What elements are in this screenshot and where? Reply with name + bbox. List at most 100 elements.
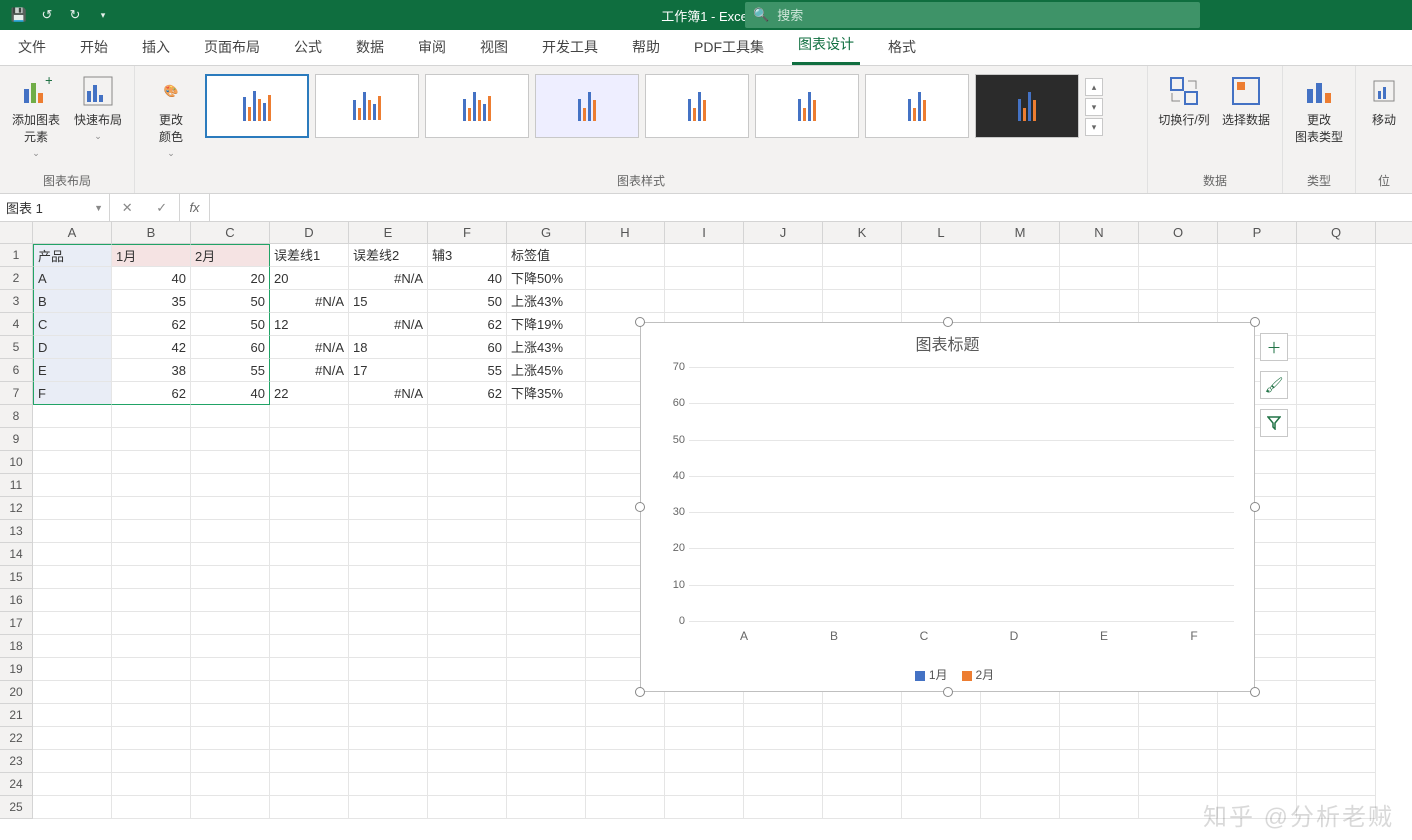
cell-E22[interactable] [349,727,428,750]
row-header-24[interactable]: 24 [0,773,33,796]
cell-I24[interactable] [665,773,744,796]
cell-C5[interactable]: 60 [191,336,270,359]
cell-Q8[interactable] [1297,405,1376,428]
search-input[interactable] [777,8,1192,23]
cell-B16[interactable] [112,589,191,612]
cell-M2[interactable] [981,267,1060,290]
cell-A21[interactable] [33,704,112,727]
cell-D5[interactable]: #N/A [270,336,349,359]
cell-D24[interactable] [270,773,349,796]
cell-C22[interactable] [191,727,270,750]
cell-B8[interactable] [112,405,191,428]
cell-G19[interactable] [507,658,586,681]
cell-K24[interactable] [823,773,902,796]
chart-filter-button[interactable] [1260,409,1288,437]
cell-Q16[interactable] [1297,589,1376,612]
cell-K1[interactable] [823,244,902,267]
cell-F19[interactable] [428,658,507,681]
cell-A11[interactable] [33,474,112,497]
cell-F1[interactable]: 辅3 [428,244,507,267]
cell-I25[interactable] [665,796,744,819]
cell-E3[interactable]: 15 [349,290,428,313]
cell-C23[interactable] [191,750,270,773]
cell-C3[interactable]: 50 [191,290,270,313]
tab-图表设计[interactable]: 图表设计 [792,26,860,65]
tab-帮助[interactable]: 帮助 [626,29,666,65]
cell-F14[interactable] [428,543,507,566]
cell-B14[interactable] [112,543,191,566]
resize-handle[interactable] [1250,317,1260,327]
cell-C6[interactable]: 55 [191,359,270,382]
row-header-9[interactable]: 9 [0,428,33,451]
chart-style-1[interactable] [205,74,309,138]
cell-K3[interactable] [823,290,902,313]
cell-C8[interactable] [191,405,270,428]
cell-Q15[interactable] [1297,566,1376,589]
tab-文件[interactable]: 文件 [12,29,52,65]
cell-F9[interactable] [428,428,507,451]
change-colors-button[interactable]: 🎨 更改 颜色⌄ [143,70,199,159]
cell-B13[interactable] [112,520,191,543]
cell-E7[interactable]: #N/A [349,382,428,405]
cell-A23[interactable] [33,750,112,773]
row-header-18[interactable]: 18 [0,635,33,658]
cell-F10[interactable] [428,451,507,474]
cell-D10[interactable] [270,451,349,474]
cell-F25[interactable] [428,796,507,819]
row-header-23[interactable]: 23 [0,750,33,773]
legend-item[interactable]: 2月 [976,668,995,682]
cell-P3[interactable] [1218,290,1297,313]
row-header-14[interactable]: 14 [0,543,33,566]
cell-I1[interactable] [665,244,744,267]
cell-G7[interactable]: 下降35% [507,382,586,405]
chart-style-7[interactable] [865,74,969,138]
cell-G3[interactable]: 上涨43% [507,290,586,313]
cell-E6[interactable]: 17 [349,359,428,382]
cell-A1[interactable]: 产品 [33,244,112,267]
cell-F20[interactable] [428,681,507,704]
cell-A18[interactable] [33,635,112,658]
cell-B3[interactable]: 35 [112,290,191,313]
cell-E1[interactable]: 误差线2 [349,244,428,267]
cell-N24[interactable] [1060,773,1139,796]
gallery-down-icon[interactable]: ▾ [1085,98,1103,116]
cell-D11[interactable] [270,474,349,497]
add-chart-element-button[interactable]: + 添加图表 元素⌄ [8,70,64,159]
col-header-C[interactable]: C [191,222,270,243]
cell-G12[interactable] [507,497,586,520]
cell-F24[interactable] [428,773,507,796]
cell-N23[interactable] [1060,750,1139,773]
cell-C20[interactable] [191,681,270,704]
tab-数据[interactable]: 数据 [350,29,390,65]
cell-G6[interactable]: 上涨45% [507,359,586,382]
cell-E8[interactable] [349,405,428,428]
cell-Q14[interactable] [1297,543,1376,566]
cell-D3[interactable]: #N/A [270,290,349,313]
cell-J24[interactable] [744,773,823,796]
cell-E20[interactable] [349,681,428,704]
cell-B12[interactable] [112,497,191,520]
cell-E2[interactable]: #N/A [349,267,428,290]
cell-F11[interactable] [428,474,507,497]
row-header-13[interactable]: 13 [0,520,33,543]
cell-F17[interactable] [428,612,507,635]
cell-M24[interactable] [981,773,1060,796]
cell-A13[interactable] [33,520,112,543]
cell-E15[interactable] [349,566,428,589]
cell-P2[interactable] [1218,267,1297,290]
cell-M3[interactable] [981,290,1060,313]
cell-Q9[interactable] [1297,428,1376,451]
select-data-button[interactable]: 选择数据 [1218,70,1274,128]
cell-A4[interactable]: C [33,313,112,336]
col-header-J[interactable]: J [744,222,823,243]
cell-G15[interactable] [507,566,586,589]
switch-rowcol-button[interactable]: 切换行/列 [1156,70,1212,128]
cell-Q1[interactable] [1297,244,1376,267]
cell-A14[interactable] [33,543,112,566]
chart-style-3[interactable] [425,74,529,138]
cell-P24[interactable] [1218,773,1297,796]
cell-Q23[interactable] [1297,750,1376,773]
row-header-21[interactable]: 21 [0,704,33,727]
cell-B5[interactable]: 42 [112,336,191,359]
cell-E14[interactable] [349,543,428,566]
